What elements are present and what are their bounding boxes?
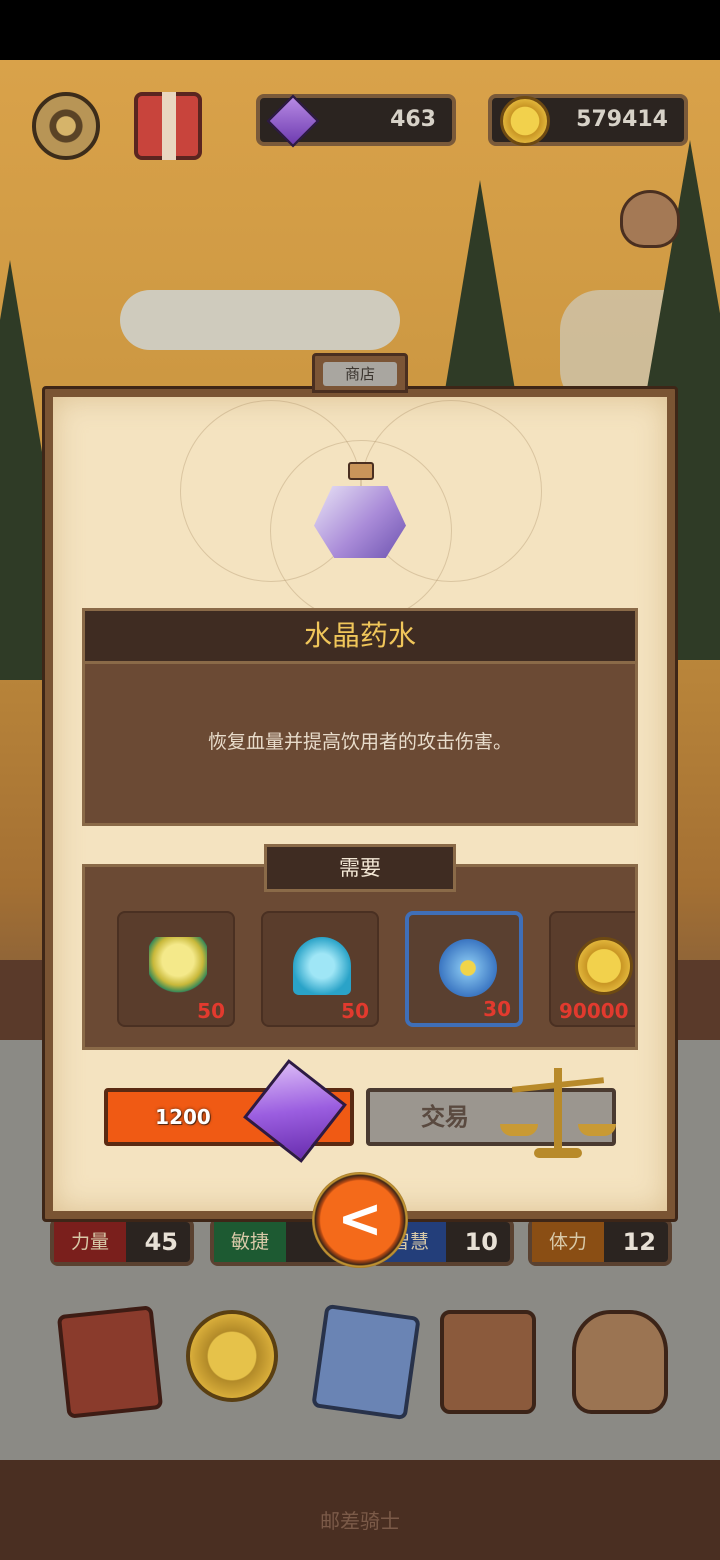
stat-value: 10: [464, 1228, 498, 1256]
shop-tab-label: 商店: [323, 362, 397, 386]
loot-bag-icon[interactable]: [620, 190, 680, 248]
requirement-count: 50: [341, 999, 369, 1023]
requirements-title: 需要: [264, 844, 456, 892]
coin-count: 579414: [576, 107, 668, 132]
card-deck-icon[interactable]: [311, 1303, 421, 1421]
gem-counter: 463: [256, 94, 456, 148]
requirement-item[interactable]: 50: [117, 911, 235, 1027]
blue-flower-icon: [439, 939, 497, 997]
requirement-count: 90000: [559, 999, 629, 1023]
spellbook-icon[interactable]: [56, 1305, 164, 1419]
requirement-item-selected[interactable]: 30: [405, 911, 523, 1027]
blue-mushroom-icon: [293, 937, 351, 995]
item-description: 恢复血量并提高饮用者的攻击伤害。: [82, 664, 638, 826]
requirement-item[interactable]: 90000: [549, 911, 635, 1027]
crystal-potion-icon: [310, 462, 410, 562]
backpack-icon[interactable]: [440, 1310, 536, 1414]
gold-coin-icon: [575, 937, 633, 995]
golden-lotus-icon: [149, 937, 207, 995]
requirement-count: 50: [197, 999, 225, 1023]
star-coin-icon[interactable]: [186, 1310, 278, 1402]
footer-title: 邮差骑士: [320, 1509, 400, 1533]
stat-strength: 力量 45: [50, 1218, 194, 1266]
item-title: 水晶药水: [82, 608, 638, 664]
settings-gear-icon[interactable]: [32, 92, 100, 160]
potion-cork: [348, 462, 374, 480]
status-bar: [0, 0, 720, 60]
coin-icon: [500, 96, 550, 146]
requirement-count: 30: [483, 997, 511, 1021]
gift-icon[interactable]: [134, 92, 202, 160]
cloud: [120, 290, 400, 350]
stat-stamina: 体力 12: [528, 1218, 672, 1266]
trade-label: 交易: [421, 1103, 469, 1131]
stat-label: 力量: [54, 1222, 126, 1262]
stat-label: 敏捷: [214, 1222, 286, 1262]
stat-value: 45: [144, 1228, 178, 1256]
back-button[interactable]: <: [312, 1172, 408, 1268]
gem-count: 463: [390, 107, 436, 132]
coin-counter: 579414: [488, 94, 688, 146]
stat-value: 12: [622, 1228, 656, 1256]
balance-scale-icon: [500, 1062, 616, 1160]
shop-tab: 商店: [312, 353, 408, 393]
treasure-sack-icon[interactable]: [572, 1310, 668, 1414]
stat-label: 体力: [532, 1222, 604, 1262]
requirement-item[interactable]: 50: [261, 911, 379, 1027]
buy-price: 1200: [155, 1105, 211, 1129]
potion-bottle: [314, 486, 406, 558]
gem-icon: [266, 94, 320, 148]
